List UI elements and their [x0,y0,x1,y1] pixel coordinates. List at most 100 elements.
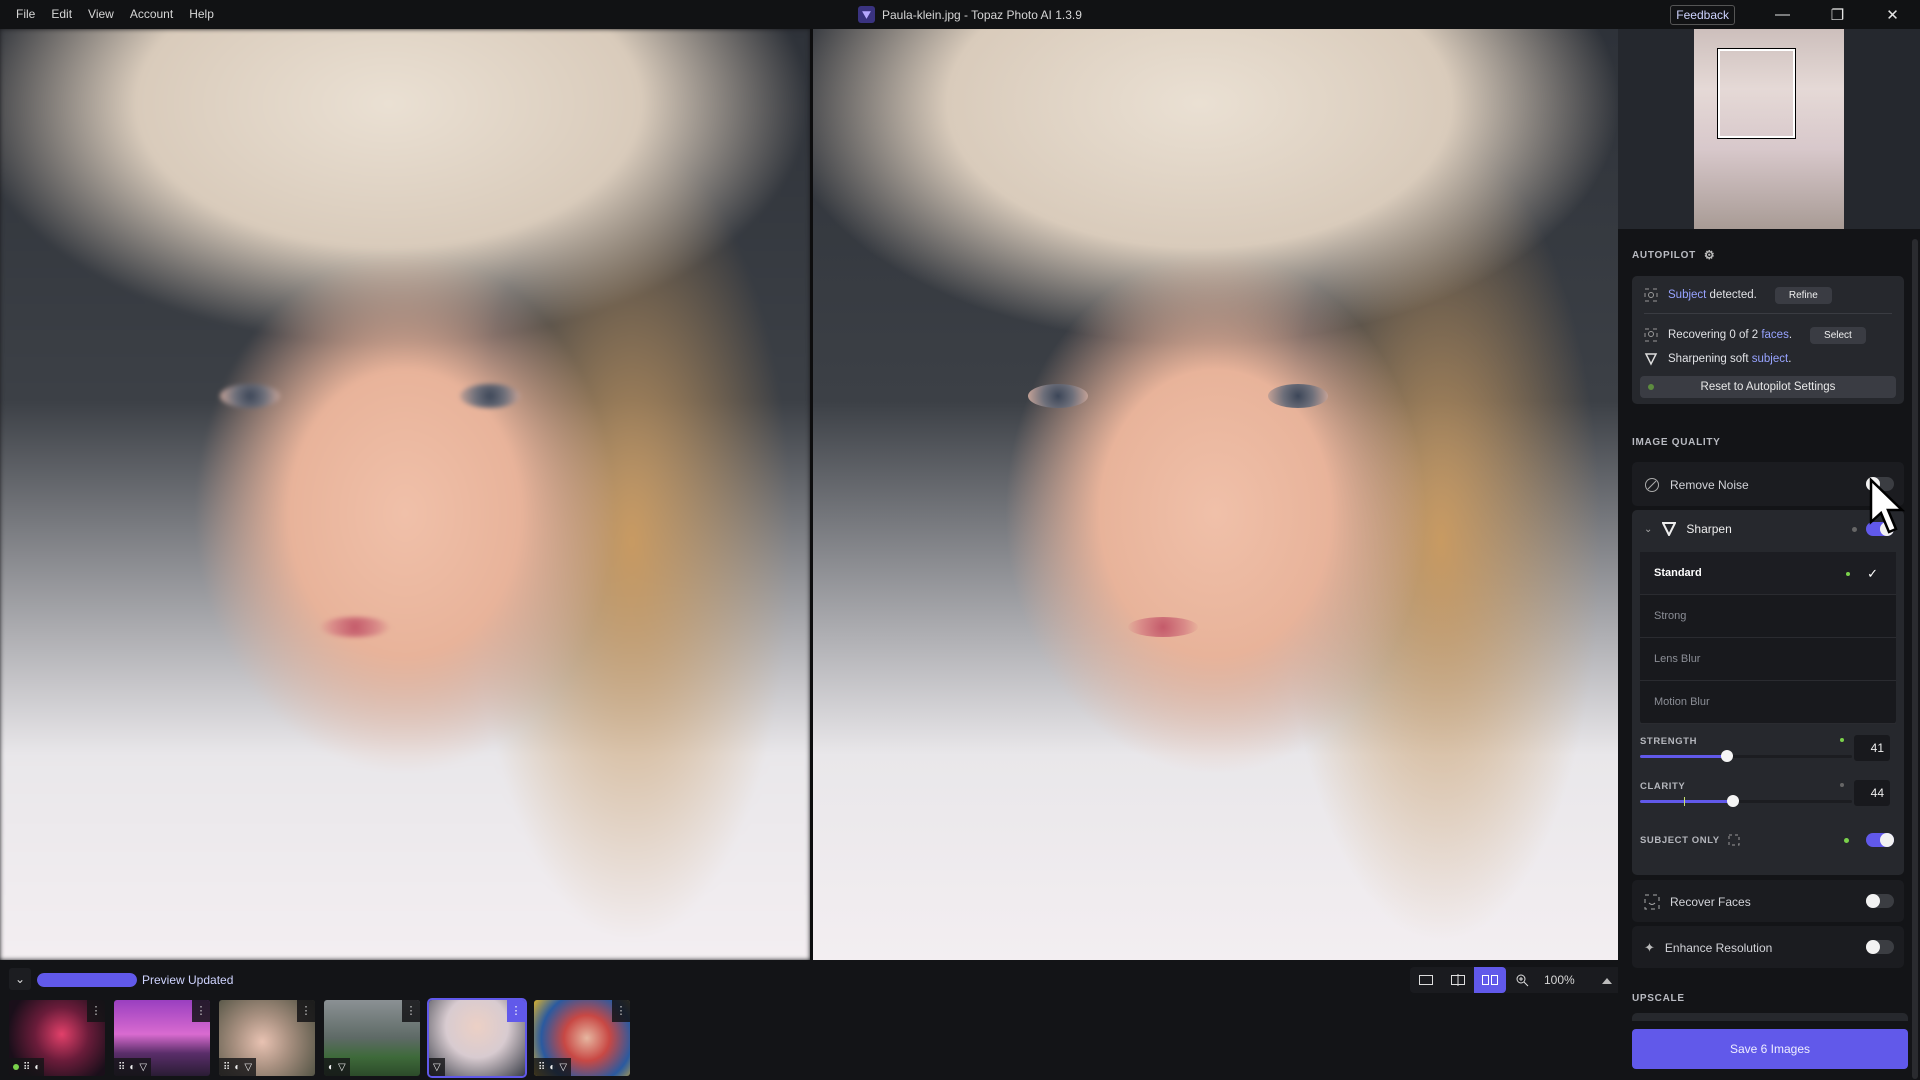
image-viewer[interactable] [0,29,1618,960]
faces-post: . [1788,329,1793,341]
select-faces-button[interactable]: Select [1810,326,1866,344]
recover-faces-label: Recover Faces [1670,895,1751,909]
menu-account[interactable]: Account [122,0,181,29]
gear-icon[interactable]: ⚙ [1704,248,1715,262]
thumbnail-badges: ◐ ▽ [324,1058,350,1076]
recover-faces-toggle[interactable] [1866,894,1894,908]
original-photo [0,29,810,960]
side-by-side-view-button[interactable] [1474,967,1506,993]
more-options-icon[interactable]: ⋮ [612,1000,630,1022]
recover-faces-text: Recovering 0 of 2 faces. [1668,329,1792,341]
clarity-status-dot [1840,783,1844,787]
filmstrip-thumbnail-paula-klein[interactable]: ⋮ ▽ [427,998,527,1078]
subject-only-toggle[interactable] [1866,833,1894,847]
mouth [320,617,390,637]
zoom-icon[interactable] [1506,967,1538,993]
remove-noise-card[interactable]: Remove Noise [1632,462,1904,506]
strength-knob[interactable] [1720,750,1733,762]
more-options-icon[interactable]: ⋮ [402,1000,420,1022]
more-options-icon[interactable]: ⋮ [297,1000,315,1022]
filmstrip-thumbnail-child-window[interactable]: ⋮ ⠿ ◐ ▽ [219,1000,315,1076]
filmstrip-thumbnail-city-night[interactable]: ⋮ ⠿ ◐ [9,1000,105,1076]
sharpen-model-list: Standard ✓ Strong Lens Blur Motion Blur [1640,552,1896,724]
sharpen-model-lens-blur[interactable]: Lens Blur [1640,638,1896,681]
upscale-heading: UPSCALE [1632,993,1685,1004]
feedback-button[interactable]: Feedback [1670,4,1735,25]
sharpen-header[interactable]: ⌄ Sharpen [1644,522,1732,536]
sharpen-model-motion-blur[interactable]: Motion Blur [1640,681,1896,724]
more-options-icon[interactable]: ⋮ [507,1000,525,1022]
filmstrip-thumbnail-ball-pit[interactable]: ⋮ ⠿ ◐ ▽ [534,1000,630,1076]
enhance-resolution-toggle[interactable] [1866,940,1894,954]
eye-left [220,384,280,408]
progress-fill [37,973,137,987]
menu-help[interactable]: Help [181,0,222,29]
sharpen-model-standard[interactable]: Standard ✓ [1640,552,1896,595]
thumbnail-badges: ⠿ ◐ [9,1058,45,1076]
clarity-knob[interactable] [1727,795,1740,807]
window-title: Paula-klein.jpg - Topaz Photo AI 1.3.9 [858,0,1082,29]
autopilot-heading: AUTOPILOT ⚙ [1632,248,1715,262]
reset-autopilot-button[interactable]: Reset to Autopilot Settings [1640,376,1896,398]
sharpening-text: Sharpening soft subject. [1668,353,1791,365]
clarity-value[interactable]: 44 [1854,780,1890,806]
zoom-level[interactable]: 100% [1544,973,1575,987]
model-label: Standard [1654,567,1702,579]
recover-faces-row: Recover Faces [1644,894,1751,910]
subject-link-2[interactable]: subject [1752,353,1788,365]
menu-bar: File Edit View Account Help [8,0,222,29]
menu-file[interactable]: File [8,0,43,29]
model-label: Motion Blur [1654,696,1710,708]
chevron-down-icon[interactable]: ⌄ [1644,524,1652,535]
restore-icon[interactable]: ❐ [1810,6,1865,24]
single-view-button[interactable] [1410,967,1442,993]
clarity-default-marker [1684,797,1685,806]
subject-link[interactable]: Subject [1668,289,1706,301]
save-images-button[interactable]: Save 6 Images [1632,1029,1908,1069]
faces-text: Recovering 0 of 2 [1668,329,1762,341]
strength-value[interactable]: 41 [1854,735,1890,761]
enhance-resolution-card[interactable]: ✦ Enhance Resolution [1632,926,1904,968]
sharpen-badge-icon: ▽ [244,1061,253,1073]
sharpen-model-strong[interactable]: Strong [1640,595,1896,638]
processed-image-pane[interactable] [813,29,1618,960]
faces-link[interactable]: faces [1761,329,1789,341]
split-view-button[interactable] [1442,967,1474,993]
image-quality-heading: IMAGE QUALITY [1632,437,1721,448]
noise-badge-icon: ◐ [549,1061,556,1073]
collapse-filmstrip-button[interactable]: ⌄ [9,968,31,990]
filmstrip-thumbnail-windmill[interactable]: ⋮ ◐ ▽ [324,1000,420,1076]
panel-scrollbar[interactable] [1912,239,1918,1079]
filmstrip-thumbnail-bridge-purple[interactable]: ⋮ ⠿ ◐ ▽ [114,1000,210,1076]
sharpen-post: . [1788,353,1792,365]
remove-noise-label: Remove Noise [1670,478,1749,492]
status-dot [1846,572,1850,576]
close-icon[interactable]: ✕ [1865,6,1920,24]
clarity-slider[interactable] [1640,795,1852,807]
navigator[interactable] [1618,29,1920,229]
recover-faces-card[interactable]: Recover Faces [1632,880,1904,922]
enhance-resolution-label: Enhance Resolution [1664,941,1773,955]
sharpen-icon [1644,353,1658,366]
strength-fill [1640,755,1727,758]
navigator-viewport-box[interactable] [1717,48,1796,139]
more-options-icon[interactable]: ⋮ [87,1000,105,1022]
noise-badge-icon: ◐ [234,1061,241,1073]
noise-badge-icon: ◐ [129,1061,136,1073]
more-options-icon[interactable]: ⋮ [192,1000,210,1022]
preview-progress-bar [37,973,137,987]
eye-left [1028,384,1088,408]
refine-button[interactable]: Refine [1774,286,1832,304]
original-image-pane[interactable] [0,29,810,960]
face-badge-icon: ⠿ [538,1061,546,1073]
menu-view[interactable]: View [80,0,122,29]
strength-slider[interactable] [1640,750,1852,762]
filmstrip: ⋮ ⠿ ◐ ⋮ ⠿ ◐ ▽ ⋮ ⠿ ◐ ▽ ⋮ ◐ ▽ ⋮ ▽ ⋮ ⠿ ◐ ▽ [0,998,630,1078]
face-badge-icon: ⠿ [223,1061,231,1073]
preview-status: Preview Updated [142,973,234,987]
upscale-card[interactable] [1632,1013,1908,1021]
minimize-icon[interactable]: — [1755,6,1810,23]
menu-edit[interactable]: Edit [43,0,80,29]
mouse-cursor-icon [1869,478,1906,534]
sharpen-badge-icon: ▽ [559,1061,568,1073]
